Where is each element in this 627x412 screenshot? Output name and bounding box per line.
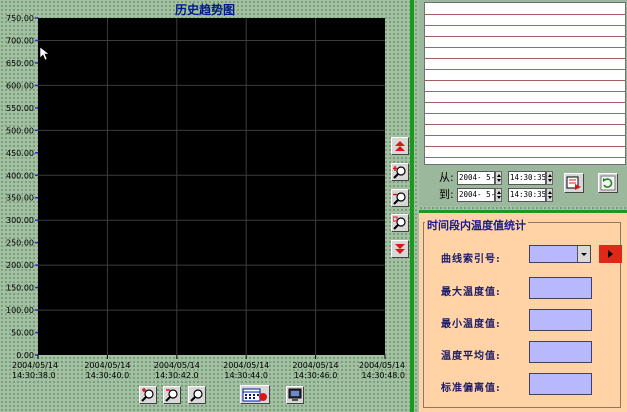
y-tick-label: 200.00	[6, 261, 34, 270]
avg-temp-label: 温度平均值:	[441, 351, 501, 362]
to-date-field[interactable]: 2004- 5-1	[457, 188, 495, 202]
x-tick-date: 2004/05/14	[223, 361, 269, 370]
min-temp-field[interactable]	[529, 309, 592, 331]
to-date-spinner[interactable]	[495, 188, 502, 202]
y-tick-label: 650.00	[6, 59, 34, 68]
table-row	[425, 25, 625, 26]
y-tick-label: 100.00	[6, 306, 34, 315]
scroll-up-button[interactable]	[391, 137, 409, 155]
scroll-down-icon	[395, 244, 405, 254]
x-tick-date: 2004/05/14	[12, 361, 58, 370]
table-row	[425, 102, 625, 103]
avg-temp-field[interactable]	[529, 341, 592, 363]
x-tick-date: 2004/05/14	[84, 361, 130, 370]
zoom-out-horizontal-button[interactable]	[163, 386, 181, 404]
zoom-out-vertical-button[interactable]	[391, 189, 409, 207]
table-row	[425, 146, 625, 147]
table-row	[425, 14, 625, 15]
scroll-up-icon	[395, 141, 405, 151]
zoom-in-vertical-button[interactable]	[391, 163, 409, 181]
curve-next-button[interactable]	[599, 245, 622, 263]
y-tick-label: 350.00	[6, 194, 34, 203]
history-data-table[interactable]	[424, 2, 626, 165]
x-tick-time: 14:30:46.0	[294, 371, 338, 380]
std-dev-label: 标准偏离值:	[441, 383, 501, 394]
curve-index-label: 曲线索引号:	[441, 254, 501, 265]
refresh-icon	[600, 175, 616, 191]
to-time-field[interactable]: 14:30:35	[508, 188, 546, 202]
statistics-title: 时间段内温度值统计	[425, 217, 528, 233]
y-tick-label: 500.00	[6, 126, 34, 135]
x-tick-time: 14:30:48.0	[361, 371, 405, 380]
y-tick-label: 150.00	[6, 284, 34, 293]
query-icon	[566, 176, 581, 190]
x-tick-date: 2004/05/14	[154, 361, 200, 370]
zoom-out-vertical-icon	[393, 192, 406, 205]
x-tick-date: 2004/05/14	[293, 361, 339, 370]
x-tick-time: 14:30:42.0	[155, 371, 199, 380]
zoom-in-horizontal-icon	[141, 388, 154, 402]
min-temp-label: 最小温度值:	[441, 319, 501, 330]
table-row	[425, 157, 625, 158]
trend-chart[interactable]: 0.00 50.00 100.00 150.00 200.00 250.00 300.00 3…	[0, 0, 410, 412]
table-row	[425, 47, 625, 48]
table-row	[425, 124, 625, 125]
max-temp-label: 最大温度值:	[441, 287, 501, 298]
zoom-extent-horizontal-icon	[190, 389, 203, 402]
monitor-icon	[288, 388, 302, 401]
table-row	[425, 113, 625, 114]
y-tick-label: 550.00	[6, 104, 34, 113]
table-row	[425, 36, 625, 37]
table-row	[425, 58, 625, 59]
y-tick-label: 300.00	[6, 216, 34, 225]
curve-index-select[interactable]	[529, 245, 591, 263]
std-dev-field[interactable]	[529, 373, 592, 395]
zoom-out-horizontal-icon	[165, 389, 178, 402]
refresh-button[interactable]	[598, 173, 618, 193]
from-time-field[interactable]: 14:30:35	[508, 171, 546, 185]
to-time-spinner[interactable]	[546, 188, 553, 202]
from-time-spinner[interactable]	[546, 171, 553, 185]
from-date-field[interactable]: 2004- 5-1	[457, 171, 495, 185]
x-tick-date: 2004/05/14	[359, 361, 405, 370]
trend-panel: 0.00 50.00 100.00 150.00 200.00 250.00 300.00 3…	[0, 0, 410, 412]
y-tick-label: 400.00	[6, 171, 34, 180]
y-tick-label: 700.00	[6, 36, 34, 45]
table-row	[425, 80, 625, 81]
calendar-icon	[242, 388, 267, 402]
y-tick-label: 250.00	[6, 239, 34, 248]
y-tick-label: 600.00	[6, 81, 34, 90]
y-tick-label: 0.00	[16, 351, 34, 360]
statistics-panel: 时间段内温度值统计 曲线索引号: 最大温度值: 最小温度值: 温度平均值: 标准…	[419, 213, 627, 412]
x-tick-time: 14:30:44.0	[224, 371, 268, 380]
to-label: 到:	[439, 188, 454, 201]
max-temp-field[interactable]	[529, 277, 592, 299]
x-tick-time: 14:30:38.0	[12, 371, 56, 380]
scroll-down-button[interactable]	[391, 240, 409, 258]
from-label: 从:	[439, 171, 454, 184]
calendar-button[interactable]	[240, 385, 270, 404]
query-button[interactable]	[564, 173, 584, 193]
play-icon	[608, 250, 613, 258]
zoom-in-vertical-icon	[393, 166, 406, 179]
y-tick-label: 450.00	[6, 149, 34, 158]
zoom-extent-vertical-button[interactable]	[391, 214, 409, 232]
zoom-extent-vertical-icon	[393, 216, 406, 230]
monitor-button[interactable]	[286, 386, 304, 404]
chevron-down-icon[interactable]	[577, 246, 590, 262]
zoom-extent-horizontal-button[interactable]	[188, 386, 206, 404]
plot-area[interactable]	[38, 18, 385, 355]
from-date-spinner[interactable]	[495, 171, 502, 185]
y-tick-label: 50.00	[11, 329, 34, 338]
table-row	[425, 91, 625, 92]
table-row	[425, 135, 625, 136]
table-row	[425, 69, 625, 70]
x-tick-time: 14:30:40.0	[86, 371, 130, 380]
y-tick-label: 750.00	[6, 14, 34, 23]
zoom-in-horizontal-button[interactable]	[139, 386, 157, 404]
chart-title: 历史趋势图	[174, 3, 235, 17]
